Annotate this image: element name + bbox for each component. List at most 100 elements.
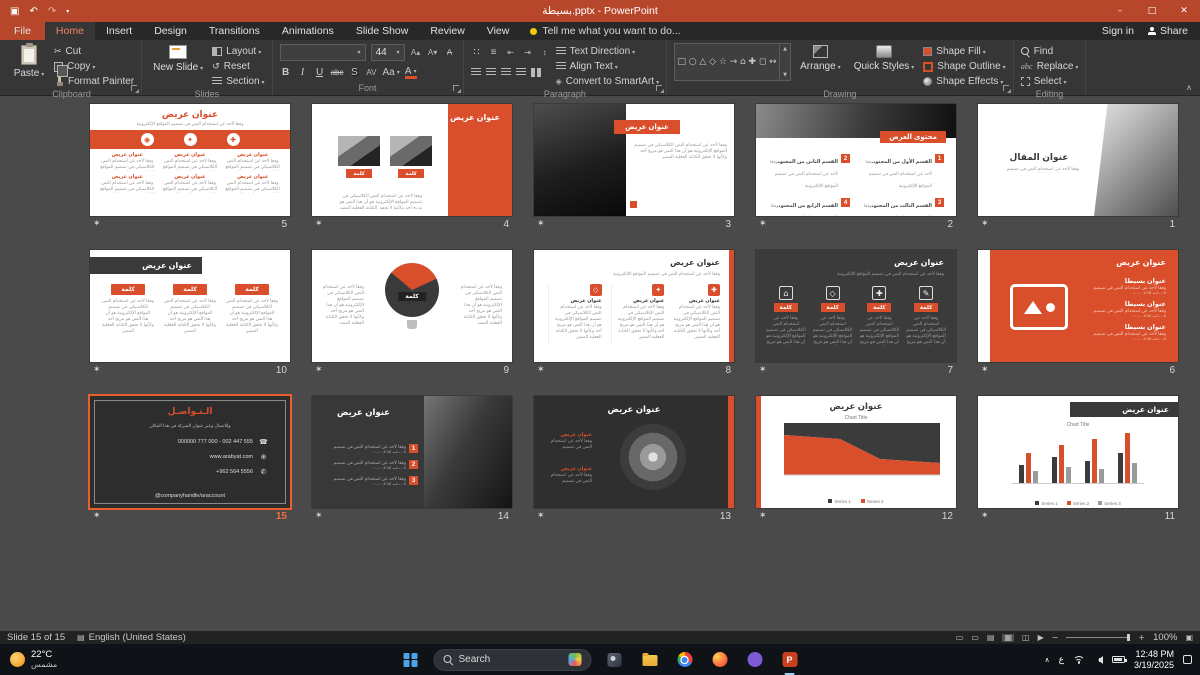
slide-thumbnail-4[interactable]: عنوان عريض كلمة كلمة وفقا لأحد عن استخدا…: [312, 104, 512, 232]
zoom-slider-thumb[interactable]: [1127, 634, 1130, 641]
reset-button[interactable]: ↺ Reset: [212, 60, 264, 73]
slide-thumbnail-12[interactable]: عنوان عريض Chart Title Series 1 Series 2…: [756, 396, 956, 524]
format-painter-button[interactable]: Format Painter: [54, 75, 134, 88]
convert-smartart-button[interactable]: ◈ Convert to SmartArt: [556, 75, 660, 88]
section-button[interactable]: Section: [212, 75, 264, 88]
text-shadow-button[interactable]: S: [348, 65, 360, 80]
paragraph-dialog-launcher[interactable]: [656, 85, 664, 93]
collapse-ribbon-icon[interactable]: ∧: [1186, 83, 1192, 92]
shape-house-icon[interactable]: ⌂: [740, 57, 746, 67]
slide-thumbnail-15-selected[interactable]: الـتـواصـل وللاتصال وعبر عنوان الشركة في…: [90, 396, 290, 524]
slide-thumbnail-6[interactable]: عنوان عريض عنوان بسيطاوفقا لأحد عن استخد…: [978, 250, 1178, 378]
shape-triangle-icon[interactable]: △: [699, 57, 706, 67]
new-slide-button[interactable]: New Slide: [149, 43, 207, 75]
search-box[interactable]: Search: [434, 649, 592, 671]
clock[interactable]: 12:48 PM 3/19/2025: [1134, 649, 1174, 671]
tab-home[interactable]: Home: [45, 22, 95, 40]
shape-gallery[interactable]: □ ○ △ ◇ ☆ → ⌂ ✚ ◻ ↔: [674, 43, 780, 81]
replace-button[interactable]: abc Replace: [1021, 60, 1079, 73]
slide-thumbnail-3[interactable]: عنوان عريض وفقا لأحد عن استخدام النص الك…: [534, 104, 734, 232]
zoom-out-icon[interactable]: −: [1052, 634, 1059, 642]
slide-thumbnail-8[interactable]: عنوان عريض وفقا لأحد عن استخدام النص في …: [534, 250, 734, 378]
slide-thumbnail-11[interactable]: عنوان عريض Chart Title Series 1 Series 2…: [978, 396, 1178, 524]
clear-formatting-button[interactable]: A: [444, 45, 456, 60]
align-left-icon[interactable]: [501, 68, 511, 77]
font-dialog-launcher[interactable]: [453, 85, 461, 93]
shape-outline-button[interactable]: Shape Outline: [923, 60, 1005, 73]
photos-app-button[interactable]: [603, 648, 627, 672]
powerpoint-button[interactable]: P: [778, 648, 802, 672]
slide-thumbnail-2[interactable]: محتوى العرض 1القسم الأول من المحتوىوفقا …: [756, 104, 956, 232]
zoom-slider[interactable]: [1066, 637, 1130, 638]
shape-circle-icon[interactable]: ○: [689, 57, 697, 67]
reading-view-icon[interactable]: ◫: [1022, 634, 1030, 642]
tab-animations[interactable]: Animations: [271, 22, 345, 40]
bold-button[interactable]: B: [280, 65, 292, 80]
redo-icon[interactable]: ↷: [48, 6, 56, 17]
decrease-indent-icon[interactable]: ⇤: [505, 45, 517, 60]
tab-file[interactable]: File: [0, 22, 45, 40]
change-case-button[interactable]: Aa: [382, 65, 399, 80]
slide-thumbnail-5[interactable]: عنوان عريض وفقا لأحد عن استخدام النص في …: [90, 104, 290, 232]
layout-button[interactable]: Layout: [212, 45, 264, 58]
tab-insert[interactable]: Insert: [95, 22, 143, 40]
tab-slide-show[interactable]: Slide Show: [345, 22, 420, 40]
tab-transitions[interactable]: Transitions: [198, 22, 271, 40]
qat-customize-icon[interactable]: ▾: [66, 8, 69, 15]
start-button[interactable]: [399, 648, 423, 672]
input-language-indicator[interactable]: ع: [1059, 654, 1064, 665]
shape-arrow-icon[interactable]: →: [730, 57, 738, 67]
text-direction-button[interactable]: Text Direction: [556, 45, 660, 58]
slide-thumbnail-13[interactable]: عنوان عريض عنوان عريضوفقا لأحد عن استخدا…: [534, 396, 734, 524]
tell-me-box[interactable]: Tell me what you want to do...: [520, 22, 690, 40]
numbering-icon[interactable]: ≡: [488, 45, 500, 60]
speaker-icon[interactable]: [1094, 656, 1103, 664]
save-icon[interactable]: ▣: [10, 6, 19, 17]
align-center-icon[interactable]: [486, 68, 496, 77]
firefox-button[interactable]: [708, 648, 732, 672]
tab-design[interactable]: Design: [143, 22, 198, 40]
slide-sorter[interactable]: عنوان عريض وفقا لأحد عن استخدام النص في …: [0, 96, 1200, 631]
bullets-icon[interactable]: ∷: [471, 45, 483, 60]
battery-icon[interactable]: [1112, 656, 1125, 663]
sign-in-button[interactable]: Sign in: [1102, 25, 1134, 37]
zoom-level[interactable]: 100%: [1153, 632, 1177, 643]
shape-line-icon[interactable]: ↔: [769, 57, 777, 67]
comments-icon[interactable]: ▭: [971, 634, 979, 642]
align-right-icon[interactable]: [471, 68, 481, 77]
zoom-in-icon[interactable]: +: [1138, 634, 1145, 642]
discord-button[interactable]: [743, 648, 767, 672]
font-size-combo[interactable]: 44: [371, 44, 405, 61]
file-explorer-button[interactable]: [638, 648, 662, 672]
language-indicator[interactable]: ▤ English (United States): [77, 632, 186, 643]
notification-icon[interactable]: [1183, 655, 1192, 664]
normal-view-icon[interactable]: ▤: [987, 634, 995, 642]
justify-icon[interactable]: [516, 68, 526, 77]
grow-font-button[interactable]: A▴: [410, 45, 422, 60]
clipboard-dialog-launcher[interactable]: [131, 85, 139, 93]
scroll-up-icon[interactable]: ▲: [783, 46, 787, 52]
character-spacing-button[interactable]: AV: [365, 65, 377, 80]
shape-square-icon[interactable]: ◻: [759, 57, 766, 67]
arrange-button[interactable]: Arrange: [796, 43, 845, 74]
minimize-button[interactable]: –: [1104, 0, 1136, 22]
strikethrough-button[interactable]: abc: [331, 65, 344, 80]
shape-gallery-scrollbar[interactable]: ▲ ▼: [780, 43, 791, 81]
slide-sorter-view-icon[interactable]: ▦: [1002, 634, 1014, 642]
shape-effects-button[interactable]: Shape Effects: [923, 75, 1005, 88]
underline-button[interactable]: U: [314, 65, 326, 80]
columns-icon[interactable]: [531, 68, 541, 77]
slide-thumbnail-14[interactable]: عنوان عريض 1وفقا لأحد عن استخدام النص في…: [312, 396, 512, 524]
align-text-button[interactable]: Align Text: [556, 60, 660, 73]
weather-widget[interactable]: 22°C مشمس: [0, 650, 67, 670]
shape-fill-button[interactable]: Shape Fill: [923, 45, 1005, 58]
increase-indent-icon[interactable]: ⇥: [522, 45, 534, 60]
fit-to-window-icon[interactable]: ▣: [1185, 634, 1193, 642]
line-spacing-icon[interactable]: ↕: [539, 45, 551, 60]
share-button[interactable]: Share: [1148, 25, 1188, 37]
cut-button[interactable]: ✂ Cut: [54, 45, 134, 58]
select-button[interactable]: Select: [1021, 75, 1079, 88]
maximize-button[interactable]: □: [1136, 0, 1168, 22]
slide-thumbnail-1[interactable]: عنوان المقال وفقا لأحد عن استخدام النص ف…: [978, 104, 1178, 232]
undo-icon[interactable]: ↶: [29, 6, 37, 17]
